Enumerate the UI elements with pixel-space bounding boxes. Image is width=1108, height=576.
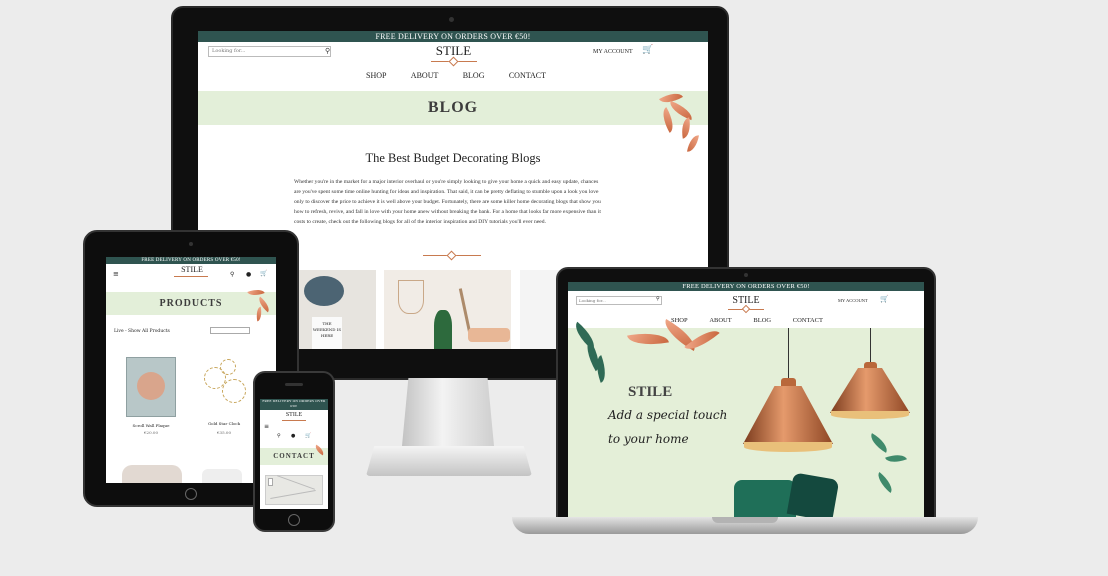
hero-brand: STILE [628,384,673,400]
laptop-search-icon[interactable]: ⚲ [656,296,660,302]
tablet-promo-bar: FREE DELIVERY ON ORDERS OVER €50! [106,257,276,264]
phone-logo-rule [282,420,306,421]
laptop-camera-icon [744,273,748,277]
phone-logo[interactable]: STILE [280,412,308,418]
product-image-starclock[interactable] [196,359,252,411]
tablet-filter-label: Live - Show All Products [114,329,170,334]
camera-icon [449,17,454,22]
phone-home-button [288,514,300,526]
phone-promo-bar: FREE DELIVERY ON ORDERS OVER €50! [260,399,328,410]
laptop-nav: SHOP ABOUT BLOG CONTACT [671,317,823,324]
macrame-shape [398,280,424,314]
phone-menu-icon[interactable]: ≡ [264,423,269,430]
laptop-screen: FREE DELIVERY ON ORDERS OVER €50! Lookin… [568,282,924,518]
tablet-sort-select[interactable] [210,327,250,334]
monitor-stand [401,378,495,448]
laptop-nav-blog[interactable]: BLOG [753,317,771,324]
tablet-search-icon[interactable]: ⚲ [230,271,234,278]
laptop-account-link[interactable]: MY ACCOUNT [838,298,868,303]
tablet-screen: FREE DELIVERY ON ORDERS OVER €50! ≡ STIL… [106,257,276,483]
phone-device: FREE DELIVERY ON ORDERS OVER €50! STILE … [253,371,335,532]
laptop-nav-contact[interactable]: CONTACT [793,317,823,324]
section-diamond [446,250,457,261]
tablet-camera-icon [189,242,193,246]
search-input[interactable]: Looking for... [208,46,331,57]
blog-photo-macrame [384,270,511,349]
phone-map[interactable] [265,475,323,505]
phone-cart-icon[interactable]: 🛒 [305,433,311,439]
tablet-cart-icon[interactable]: 🛒 [260,270,267,277]
account-link[interactable]: MY ACCOUNT [593,49,633,55]
product-name-1[interactable]: Scroll Wall Plaque [124,423,178,428]
article-title: The Best Budget Decorating Blogs [365,151,541,165]
laptop-search-input[interactable]: Looking for... [576,296,662,305]
nav-shop[interactable]: SHOP [366,71,386,80]
blog-photo-hat: THE WEEKEND IS HERE [298,270,376,349]
article-body: Whether you're in the market for a major… [294,179,601,225]
monitor-base [366,446,532,476]
product-image-plaque[interactable] [126,357,176,417]
search-icon[interactable]: ⚲ [325,47,330,55]
product-price-2: €35.00 [217,430,231,435]
product-name-2[interactable]: Gold Star Clock [198,421,250,426]
tablet-banner: PRODUCTS [106,292,276,315]
cart-icon[interactable]: 🛒 [642,45,653,55]
tablet-user-icon[interactable]: ● [246,271,251,278]
nav-blog[interactable]: BLOG [463,71,485,80]
phone-screen: FREE DELIVERY ON ORDERS OVER €50! STILE … [260,399,328,509]
phone-user-icon[interactable]: ● [291,433,295,439]
tablet-logo-rule [174,276,208,277]
letterboard-text: THE WEEKEND IS HERE [312,317,342,349]
laptop-logo-diamond [741,304,751,314]
plaque-ornament [137,372,165,400]
product-image-table[interactable] [122,465,182,483]
hero-section: STILE Add a special touch to your home [568,318,924,518]
laptop-cart-icon[interactable]: 🛒 [880,295,889,303]
laptop-notch [712,517,778,523]
map-zoom-control[interactable] [268,478,273,486]
phone-speaker [285,383,303,386]
nav-about[interactable]: ABOUT [411,71,439,80]
product-price-1: €20.00 [144,430,158,435]
phone-search-icon[interactable]: ⚲ [277,433,281,439]
laptop-nav-about[interactable]: ABOUT [709,317,731,324]
tablet-home-button [185,488,197,500]
main-nav: SHOP ABOUT BLOG CONTACT [366,71,546,80]
hero-cushion-2 [786,472,840,518]
cushion-shape [468,328,510,342]
nav-contact[interactable]: CONTACT [509,71,546,80]
laptop-promo-bar: FREE DELIVERY ON ORDERS OVER €50! [568,282,924,291]
cactus-shape [434,310,452,349]
product-image-basket[interactable] [202,469,242,483]
laptop-device: FREE DELIVERY ON ORDERS OVER €50! Lookin… [556,267,936,519]
page-banner: BLOG [198,91,708,125]
hat-shape [304,276,344,306]
tablet-menu-icon[interactable]: ≡ [113,270,119,278]
hero-tagline-line2: to your home [608,432,689,446]
promo-bar: FREE DELIVERY ON ORDERS OVER €50! [198,31,708,42]
hero-tagline-line1: Add a special touch [608,408,728,422]
tablet-logo[interactable]: STILE [172,265,212,274]
